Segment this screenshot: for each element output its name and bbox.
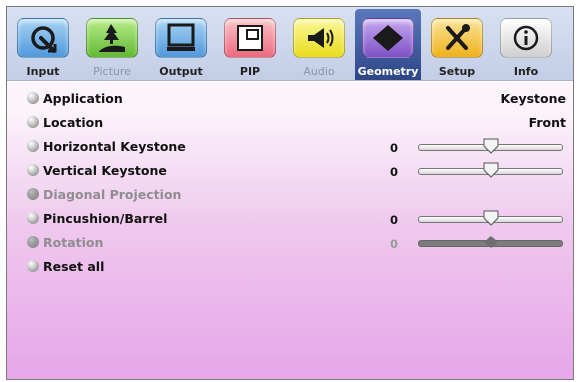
tab-label: Setup [438, 65, 476, 78]
bullet-icon [27, 116, 39, 128]
osd-menu: Input Picture Output PIP Audio Geometry … [6, 6, 574, 380]
slider-thumb[interactable] [483, 138, 499, 154]
menu-item-value: Front [528, 115, 566, 130]
pincushion-barrel-slider[interactable] [418, 210, 563, 226]
slider-thumb[interactable] [483, 162, 499, 178]
info-icon [500, 18, 552, 58]
menu-item-label: Pincushion/Barrel [43, 211, 168, 226]
picture-icon [86, 18, 138, 58]
rotation-slider [418, 236, 563, 249]
menu-item-horizontal-keystone[interactable]: Horizontal Keystone 0 [24, 135, 572, 157]
tab-label: Input [26, 65, 60, 78]
slider-thumb[interactable] [483, 210, 499, 226]
tab-picture[interactable]: Picture [79, 12, 145, 80]
monitor-icon [155, 18, 207, 58]
tab-output[interactable]: Output [148, 12, 214, 80]
menu-item-location[interactable]: Location Front [24, 111, 572, 133]
bullet-icon [27, 212, 39, 224]
bullet-icon [27, 260, 39, 272]
input-icon [17, 18, 69, 58]
tab-audio[interactable]: Audio [286, 12, 352, 80]
menu-item-label: Diagonal Projection [43, 187, 182, 202]
menu-item-number: 0 [390, 165, 399, 179]
menu-item-label: Horizontal Keystone [43, 139, 186, 154]
menu-item-value: Keystone [500, 91, 566, 106]
bullet-icon [27, 188, 39, 200]
pip-icon [224, 18, 276, 58]
tab-info[interactable]: Info [493, 12, 559, 80]
speaker-icon [293, 18, 345, 58]
menu-item-rotation: Rotation 0 [24, 231, 572, 253]
horizontal-keystone-slider[interactable] [418, 138, 563, 154]
menu-item-reset-all[interactable]: Reset all [24, 255, 572, 277]
menu-item-label: Rotation [43, 235, 104, 250]
menu-item-label: Location [43, 115, 104, 130]
tab-setup[interactable]: Setup [424, 12, 490, 80]
menu-item-number: 0 [390, 237, 399, 251]
menu-item-diagonal-projection: Diagonal Projection [24, 183, 572, 205]
bullet-icon [27, 164, 39, 176]
tab-bar: Input Picture Output PIP Audio Geometry … [7, 7, 573, 81]
menu-item-number: 0 [390, 141, 399, 155]
tab-label: Audio [303, 65, 335, 78]
menu-item-label: Application [43, 91, 123, 106]
menu-item-label: Reset all [43, 259, 105, 274]
bullet-icon [27, 140, 39, 152]
vertical-keystone-slider[interactable] [418, 162, 563, 178]
tab-label: PIP [239, 65, 261, 78]
menu-item-vertical-keystone[interactable]: Vertical Keystone 0 [24, 159, 572, 181]
slider-thumb [484, 236, 498, 248]
menu-item-number: 0 [390, 213, 399, 227]
tools-icon [431, 18, 483, 58]
menu-item-application[interactable]: Application Keystone [24, 87, 572, 109]
menu-item-pincushion-barrel[interactable]: Pincushion/Barrel 0 [24, 207, 572, 229]
tab-label: Picture [93, 65, 131, 78]
tab-geometry[interactable]: Geometry [355, 9, 421, 80]
tab-label: Info [513, 65, 539, 78]
tab-label: Output [159, 65, 203, 78]
tab-input[interactable]: Input [10, 12, 76, 80]
tab-label: Geometry [357, 65, 419, 78]
tab-pip[interactable]: PIP [217, 12, 283, 80]
menu-item-label: Vertical Keystone [43, 163, 167, 178]
bullet-icon [27, 92, 39, 104]
geometry-icon [362, 18, 414, 58]
bullet-icon [27, 236, 39, 248]
